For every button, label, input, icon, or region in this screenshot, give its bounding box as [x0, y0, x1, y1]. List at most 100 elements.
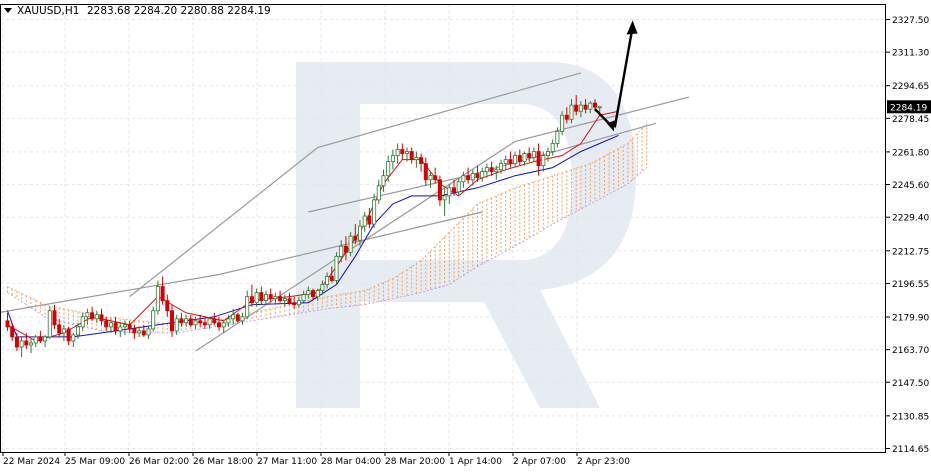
price-tick-label: 2294.65: [892, 82, 929, 92]
ohlc-values: 2283.68 2284.20 2280.88 2284.19: [87, 5, 271, 17]
candle-body: [245, 296, 250, 318]
candle: [169, 304, 174, 337]
candle-body: [560, 114, 565, 132]
candle-body: [470, 173, 475, 181]
symbol-dropdown-icon[interactable]: [4, 8, 12, 13]
candle-body: [541, 155, 546, 167]
candle-body: [47, 310, 52, 338]
candle-body: [395, 149, 400, 156]
candle-body: [99, 314, 104, 322]
candle-body: [456, 181, 461, 193]
price-tick-label: 2147.50: [892, 379, 929, 389]
candle-body: [113, 322, 118, 332]
candle: [28, 338, 33, 354]
candle: [287, 292, 292, 305]
candle: [428, 171, 433, 188]
candle-body: [489, 167, 494, 173]
candle: [5, 312, 10, 331]
time-axis[interactable]: 22 Mar 2024 25 Mar 09:00 26 Mar 02:00 26 Ma…: [2, 452, 630, 467]
candle: [90, 306, 95, 321]
candle-body: [5, 320, 10, 328]
candle-body: [301, 294, 306, 302]
candle: [503, 155, 508, 170]
candle: [550, 139, 555, 156]
forecast-arrowhead-up[interactable]: [626, 20, 638, 35]
price-tick-label: 2245.60: [892, 181, 929, 191]
candle-body: [202, 322, 207, 326]
candle-body: [254, 292, 259, 304]
candle-body: [132, 328, 137, 334]
candle: [437, 175, 442, 206]
candle: [52, 304, 57, 329]
candle: [123, 320, 128, 335]
candle-body: [306, 290, 311, 296]
candle: [33, 334, 38, 348]
candle: [160, 276, 165, 305]
candle: [118, 322, 123, 337]
candle-body: [273, 296, 278, 300]
candle: [513, 151, 518, 168]
candle: [99, 308, 104, 325]
candle-body: [61, 328, 66, 334]
price-tick-label: 2114.65: [892, 445, 929, 455]
candle: [546, 147, 551, 162]
candle-body: [85, 312, 90, 318]
candle: [531, 147, 536, 162]
candle: [400, 143, 405, 160]
candle-body: [57, 324, 62, 334]
candle-body: [226, 318, 231, 324]
candle-body: [353, 235, 358, 241]
candle: [292, 296, 297, 309]
candle: [362, 211, 367, 233]
candle: [104, 316, 109, 331]
candle: [376, 179, 381, 204]
candle-body: [198, 320, 203, 324]
candle: [94, 310, 99, 323]
candle-body: [207, 318, 212, 326]
candle: [137, 326, 142, 337]
time-tick-label: 26 Mar 02:00: [129, 457, 189, 467]
candle-body: [184, 318, 189, 324]
candle-body: [433, 175, 438, 181]
candle-body: [578, 104, 583, 112]
price-tick-label: 2229.40: [892, 214, 929, 224]
candle-body: [531, 151, 536, 158]
candle-body: [108, 322, 113, 328]
candle: [508, 151, 513, 168]
candle: [390, 149, 395, 170]
time-tick-label: 26 Mar 18:00: [193, 457, 253, 467]
candle-body: [249, 296, 254, 304]
price-chart[interactable]: 2327.50 2311.30 2294.65 2278.45 2261.80 2245.…: [0, 0, 931, 472]
price-axis[interactable]: 2327.50 2311.30 2294.65 2278.45 2261.80 2245.…: [886, 16, 931, 455]
candle-body: [19, 340, 24, 348]
candle-body: [348, 235, 353, 253]
candle-body: [372, 199, 377, 225]
candle-body: [66, 328, 71, 342]
candle-body: [310, 290, 315, 298]
candle-body: [127, 324, 132, 330]
candle-body: [268, 294, 273, 300]
candle: [212, 312, 217, 325]
candle: [254, 288, 259, 307]
candle: [132, 324, 137, 339]
candle-body: [414, 157, 419, 160]
candle: [466, 167, 471, 184]
price-tick-label: 2327.50: [892, 16, 929, 26]
candle-body: [33, 336, 38, 344]
candle-body: [550, 143, 555, 152]
candle-body: [461, 175, 466, 183]
candle-body: [38, 336, 43, 342]
candle: [179, 312, 184, 327]
candle-body: [292, 302, 297, 306]
candle-body: [193, 320, 198, 326]
candle-body: [555, 130, 560, 144]
candle: [278, 290, 283, 303]
price-tick-label: 2261.80: [892, 148, 929, 158]
candle-body: [390, 155, 395, 162]
candle-body: [442, 195, 447, 201]
forecast-arrow[interactable]: [594, 20, 638, 132]
candle-body: [597, 106, 602, 109]
candle: [273, 292, 278, 305]
price-tick-label: 2212.75: [892, 247, 929, 257]
candle: [414, 151, 419, 168]
